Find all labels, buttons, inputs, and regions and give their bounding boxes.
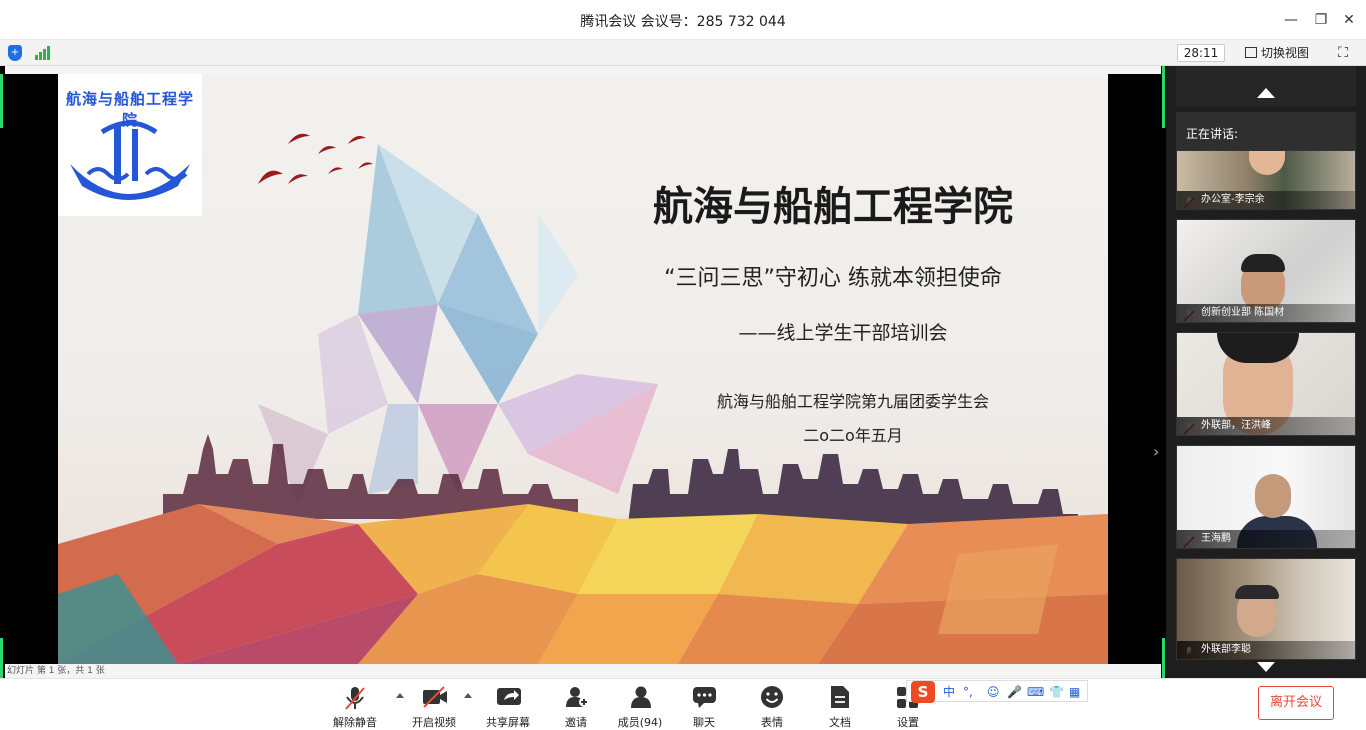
chat-icon	[693, 687, 716, 708]
video-tile[interactable]: 外联部，汪洪峰	[1176, 332, 1356, 436]
video-tile[interactable]: 王海鹏	[1176, 445, 1356, 549]
ime-mode-label[interactable]: 中	[943, 684, 955, 700]
switch-view-label: 切换视图	[1261, 46, 1310, 60]
network-signal-icon[interactable]	[35, 46, 51, 60]
invite-button[interactable]: 邀请	[548, 683, 604, 729]
documents-button[interactable]: 文档	[812, 683, 868, 729]
title-bar: 腾讯会议 会议号：285 732 044 — ❐ ✕	[0, 0, 1366, 40]
slide-subtitle: “三问三思”守初心 练就本领担使命	[664, 266, 1002, 291]
ppt-status-bar: 幻灯片 第 1 张，共 1 张	[5, 664, 1161, 678]
emoji-icon	[761, 686, 783, 708]
leave-meeting-button[interactable]: 离开会议	[1258, 686, 1334, 720]
slide-artwork	[58, 133, 1108, 664]
video-tile[interactable]: 创新创业部 陈国材	[1176, 219, 1356, 323]
slide-heading: 航海与船舶工程学院	[653, 184, 1013, 230]
chevron-right-icon[interactable]: ›	[1153, 442, 1159, 461]
meeting-toolbar: 解除静音 开启视频 共享屏幕 邀请 成员(94) 聊天 表情 文档 设置 离开会…	[0, 678, 1366, 730]
speaking-indicator: 正在讲话:	[1176, 112, 1356, 152]
participant-name: 外联部李聪	[1177, 641, 1355, 659]
sidebar-top-panel	[1176, 66, 1356, 106]
audio-options-caret-icon[interactable]	[396, 693, 404, 698]
close-icon[interactable]: ✕	[1338, 10, 1360, 30]
logo-text: 航海与船舶工程学院	[66, 90, 195, 129]
share-border-left-top	[0, 74, 3, 128]
start-video-button[interactable]: 开启视频	[406, 683, 462, 729]
share-screen-button[interactable]: 共享屏幕	[480, 683, 536, 729]
emoji-button[interactable]: 表情	[744, 683, 800, 729]
ime-toolbar[interactable]: S 中 °, ☺ 🎤 ⌨ 👕 ▦	[906, 680, 1088, 703]
minimize-icon[interactable]: —	[1280, 10, 1302, 30]
ime-skin-icon[interactable]: 👕	[1049, 684, 1064, 700]
ime-keyboard-icon[interactable]: ⌨	[1027, 684, 1044, 700]
window-title: 腾讯会议 会议号：285 732 044	[580, 14, 786, 30]
participant-name: 外联部，汪洪峰	[1177, 417, 1355, 435]
fullscreen-icon[interactable]: ⛶	[1334, 44, 1352, 62]
restore-icon[interactable]: ❐	[1310, 10, 1332, 30]
slide-organization: 航海与船舶工程学院第九届团委学生会	[716, 392, 989, 411]
unmute-button[interactable]: 解除静音	[327, 683, 383, 729]
video-tile[interactable]: 办公室-李宗余	[1176, 150, 1356, 210]
ime-toolbox-icon[interactable]: ▦	[1069, 684, 1080, 700]
members-button[interactable]: 成员(94)	[612, 683, 668, 729]
shared-screen: 航海与船舶工程学院 航海与船舶工程学院 “三问三思”守初心 练就本领担使命 ——…	[0, 66, 1166, 678]
video-tile[interactable]: 外联部李聪	[1176, 558, 1356, 660]
participants-sidebar: 正在讲话: 办公室-李宗余 创新创业部 陈国材 外联部，汪洪峰 王海鹏 外联部李…	[1166, 66, 1366, 678]
share-border-right-bottom	[1162, 638, 1165, 678]
slide-subtitle-2: ——线上学生干部培训会	[738, 322, 948, 344]
presentation-slide: 航海与船舶工程学院 航海与船舶工程学院 “三问三思”守初心 练就本领担使命 ——…	[58, 74, 1108, 664]
scroll-up-icon[interactable]	[1257, 88, 1275, 98]
meeting-timer: 28:11	[1177, 44, 1225, 62]
switch-view-button[interactable]: 切换视图	[1245, 43, 1309, 63]
college-logo: 航海与船舶工程学院	[58, 74, 202, 216]
participant-name: 王海鹏	[1177, 530, 1355, 548]
video-off-icon	[423, 686, 447, 708]
meeting-info-bar: + 28:11 切换视图 ⛶	[0, 40, 1366, 66]
chat-button[interactable]: 聊天	[676, 683, 732, 729]
share-border-left-bottom	[0, 638, 3, 678]
powerpoint-titlebar	[5, 66, 1161, 74]
video-options-caret-icon[interactable]	[464, 693, 472, 698]
ime-punctuation-label[interactable]: °,	[963, 684, 973, 700]
scroll-down-icon[interactable]	[1257, 662, 1275, 672]
ime-emoji-icon[interactable]: ☺	[987, 684, 1000, 700]
participant-name: 创新创业部 陈国材	[1177, 304, 1355, 322]
security-shield-icon[interactable]: +	[8, 45, 22, 61]
share-border-right-top	[1162, 66, 1165, 128]
participant-name: 办公室-李宗余	[1177, 191, 1355, 209]
add-user-icon	[566, 687, 589, 707]
share-screen-icon	[497, 688, 521, 705]
sogou-logo-icon: S	[911, 681, 935, 703]
slide-date: 二o二o年五月	[803, 426, 903, 445]
mic-muted-icon	[345, 687, 365, 710]
switch-view-icon	[1245, 47, 1257, 58]
members-icon	[631, 686, 651, 708]
document-icon	[831, 686, 849, 708]
ime-voice-icon[interactable]: 🎤	[1007, 684, 1022, 700]
